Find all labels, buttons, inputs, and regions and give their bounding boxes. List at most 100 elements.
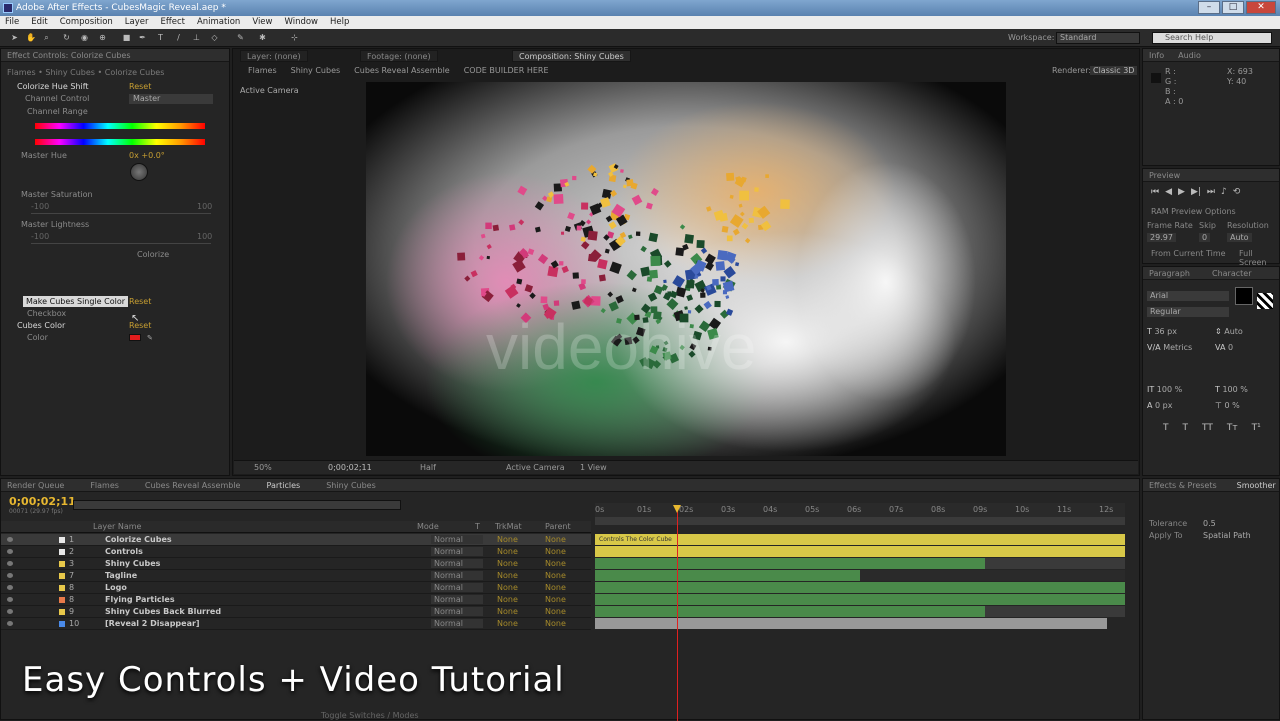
layer-mode-select[interactable]: Normal [431, 619, 483, 628]
roto-brush-icon[interactable]: ✎ [236, 33, 245, 42]
minimize-button[interactable]: – [1198, 1, 1220, 14]
loop-icon[interactable]: ⟲ [1233, 187, 1241, 197]
visibility-eye-icon[interactable] [7, 549, 13, 554]
font-style-select[interactable]: Regular [1147, 307, 1229, 317]
layer-name[interactable]: Controls [105, 546, 143, 558]
visibility-eye-icon[interactable] [7, 597, 13, 602]
label-color-swatch[interactable] [59, 585, 65, 591]
label-color-swatch[interactable] [59, 549, 65, 555]
channel-control-select[interactable]: Master [129, 94, 213, 104]
layer-mode-select[interactable]: Normal [431, 535, 483, 544]
layer-parent[interactable]: None [545, 594, 566, 606]
lightness-slider[interactable] [31, 243, 211, 244]
tab-character[interactable]: Character [1212, 267, 1252, 279]
selection-tool-icon[interactable]: ➤ [10, 33, 19, 42]
label-color-swatch[interactable] [59, 621, 65, 627]
puppet-tool-icon[interactable]: ✱ [258, 33, 267, 42]
renderer-value[interactable]: Classic 3D [1090, 66, 1138, 75]
layer-duration-bar[interactable] [595, 546, 1125, 557]
breadcrumb-cubes-reveal[interactable]: Cubes Reveal Assemble [354, 66, 450, 75]
pan-tool-icon[interactable]: ⊕ [98, 33, 107, 42]
tab-composition[interactable]: Composition: Shiny Cubes [512, 50, 631, 62]
layer-mode-select[interactable]: Normal [431, 607, 483, 616]
menu-effect[interactable]: Effect [161, 16, 185, 29]
checkbox-label[interactable]: Checkbox [27, 308, 66, 319]
brush-tool-icon[interactable]: / [174, 33, 183, 42]
tab-render-queue[interactable]: Render Queue [7, 479, 64, 491]
search-help-input[interactable]: Search Help [1152, 32, 1272, 44]
visibility-eye-icon[interactable] [7, 585, 13, 590]
tab-info[interactable]: Info [1149, 49, 1164, 61]
layer-name[interactable]: Flying Particles [105, 594, 175, 606]
layer-name[interactable]: Logo [105, 582, 127, 594]
skip-select[interactable]: 0 [1199, 233, 1211, 242]
visibility-eye-icon[interactable] [7, 573, 13, 578]
layer-duration-bar[interactable] [595, 582, 1125, 593]
last-frame-icon[interactable]: ⏭ [1207, 187, 1215, 197]
layer-name[interactable]: Tagline [105, 570, 137, 582]
layer-marker-label[interactable]: Controls The Color Cube [599, 534, 672, 545]
header-trkmat[interactable]: TrkMat [495, 521, 522, 533]
layer-name[interactable]: Colorize Cubes [105, 534, 172, 546]
layer-duration-bar[interactable] [595, 594, 1125, 605]
layer-mode-select[interactable]: Normal [431, 583, 483, 592]
tab-effects-presets[interactable]: Effects & Presets [1149, 479, 1217, 491]
visibility-eye-icon[interactable] [7, 561, 13, 566]
layer-duration-bar[interactable] [595, 606, 985, 617]
layer-trkmat[interactable]: None [497, 618, 518, 630]
label-color-swatch[interactable] [59, 573, 65, 579]
visibility-eye-icon[interactable] [7, 537, 13, 542]
superscript-icon[interactable]: T¹ [1252, 423, 1261, 433]
zoom-tool-icon[interactable]: ⌕ [42, 33, 51, 42]
layer-trkmat[interactable]: None [497, 534, 518, 546]
visibility-eye-icon[interactable] [7, 609, 13, 614]
maximize-button[interactable]: □ [1222, 1, 1244, 14]
layer-trkmat[interactable]: None [497, 546, 518, 558]
tab-layer[interactable]: Layer: (none) [240, 50, 308, 62]
visibility-eye-icon[interactable] [7, 621, 13, 626]
preview-title[interactable]: Preview [1143, 169, 1279, 182]
layer-parent[interactable]: None [545, 606, 566, 618]
channel-range-label[interactable]: Channel Range [27, 106, 88, 117]
prev-frame-icon[interactable]: ◀ [1165, 187, 1172, 197]
reset-link[interactable]: Reset [129, 81, 151, 92]
hand-tool-icon[interactable]: ✋ [26, 33, 36, 42]
stroke-color-swatch[interactable] [1257, 293, 1273, 309]
layer-parent[interactable]: None [545, 618, 566, 630]
layer-parent[interactable]: None [545, 546, 566, 558]
close-button[interactable]: ✕ [1246, 1, 1276, 14]
layer-row[interactable]: 8 Flying Particles Normal None None [1, 594, 591, 606]
header-parent[interactable]: Parent [545, 521, 571, 533]
layer-row[interactable]: 2 Controls Normal None None [1, 546, 591, 558]
layer-trkmat[interactable]: None [497, 570, 518, 582]
layer-row[interactable]: 9 Shiny Cubes Back Blurred Normal None None [1, 606, 591, 618]
axis-tool-icon[interactable]: ⊹ [290, 33, 299, 42]
tab-flames[interactable]: Flames [90, 479, 119, 491]
header-t[interactable]: T [475, 521, 480, 533]
menu-composition[interactable]: Composition [60, 16, 113, 29]
faux-italic-icon[interactable]: T [1183, 423, 1189, 433]
from-current-time[interactable]: From Current Time [1151, 249, 1226, 258]
workspace-select[interactable]: Standard [1056, 32, 1140, 44]
layer-mode-select[interactable]: Normal [431, 571, 483, 580]
timeline-timecode[interactable]: 0;00;02;11 [9, 495, 76, 508]
tab-audio[interactable]: Audio [1178, 49, 1201, 61]
timeline-search-input[interactable] [73, 500, 401, 510]
tab-cubes-reveal[interactable]: Cubes Reveal Assemble [145, 479, 241, 491]
layer-name[interactable]: [Reveal 2 Disappear] [105, 618, 200, 630]
eraser-tool-icon[interactable]: ◇ [210, 33, 219, 42]
layer-trkmat[interactable]: None [497, 558, 518, 570]
label-color-swatch[interactable] [59, 597, 65, 603]
breadcrumb-shiny-cubes[interactable]: Shiny Cubes [291, 66, 341, 75]
effect-controls-tab[interactable]: Effect Controls: Colorize Cubes [1, 49, 229, 62]
menu-window[interactable]: Window [284, 16, 318, 29]
view-layout-select[interactable]: 1 View [580, 461, 607, 475]
tab-particles[interactable]: Particles [266, 479, 300, 491]
master-hue-value[interactable]: 0x +0.0° [129, 150, 165, 161]
font-family-select[interactable]: Arial [1147, 291, 1229, 301]
make-single-color-label[interactable]: Make Cubes Single Color [23, 296, 129, 307]
camera-tool-icon[interactable]: ◉ [80, 33, 89, 42]
rotate-tool-icon[interactable]: ↻ [62, 33, 71, 42]
play-icon[interactable]: ▶ [1178, 187, 1185, 197]
menu-file[interactable]: File [5, 16, 19, 29]
